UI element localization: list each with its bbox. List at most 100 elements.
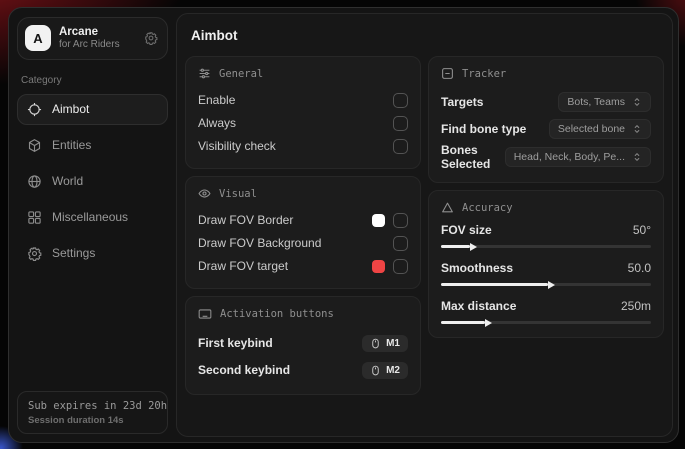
fov-target-color-swatch[interactable] bbox=[372, 260, 385, 273]
app-name: Arcane bbox=[59, 25, 120, 39]
card-accuracy-header: Accuracy bbox=[441, 201, 651, 214]
grid-icon bbox=[27, 210, 42, 225]
setting-row-find-bone-type: Find bone type Selected bone bbox=[441, 116, 651, 142]
app-window: A Arcane for Arc Riders Category Aimbot bbox=[8, 7, 679, 443]
setting-group-fov-size: FOV size 50° bbox=[441, 223, 651, 248]
setting-row-fov-background: Draw FOV Background bbox=[198, 232, 408, 254]
keybind-value: M1 bbox=[386, 338, 400, 349]
sidebar-item-label: Miscellaneous bbox=[52, 210, 128, 224]
card-tracker-header: Tracker bbox=[441, 67, 651, 80]
chevrons-up-down-icon bbox=[632, 124, 642, 134]
crosshair-icon bbox=[27, 102, 42, 117]
fov-size-value: 50° bbox=[633, 223, 651, 237]
card-title: General bbox=[219, 68, 263, 80]
page-title: Aimbot bbox=[191, 28, 665, 43]
settings-gear-icon[interactable] bbox=[144, 31, 158, 45]
card-activation-buttons: Activation buttons First keybind M1 bbox=[185, 296, 421, 395]
sidebar-item-label: Settings bbox=[52, 246, 95, 260]
find-bone-type-dropdown[interactable]: Selected bone bbox=[549, 119, 651, 139]
smoothness-value: 50.0 bbox=[628, 261, 651, 275]
sidebar-item-label: Entities bbox=[52, 138, 91, 152]
mouse-icon bbox=[370, 338, 381, 349]
fov-target-checkbox[interactable] bbox=[393, 259, 408, 274]
card-accuracy: Accuracy FOV size 50° Smoothness bbox=[428, 190, 664, 338]
scan-box-icon bbox=[441, 67, 454, 80]
app-subtitle: for Arc Riders bbox=[59, 39, 120, 52]
fov-size-slider[interactable] bbox=[441, 245, 651, 248]
targets-dropdown[interactable]: Bots, Teams bbox=[558, 92, 651, 112]
sidebar-item-settings[interactable]: Settings bbox=[17, 238, 168, 269]
sub-expiry-text: Sub expires in 23d 20h bbox=[28, 400, 157, 412]
main-panel: Aimbot General Enable bbox=[176, 13, 673, 437]
session-duration-text: Session duration 14s bbox=[28, 415, 157, 426]
sidebar: A Arcane for Arc Riders Category Aimbot bbox=[9, 8, 176, 442]
setting-group-max-distance: Max distance 250m bbox=[441, 299, 651, 324]
card-title: Tracker bbox=[462, 68, 506, 80]
keybind-value: M2 bbox=[386, 365, 400, 376]
sidebar-header: A Arcane for Arc Riders bbox=[17, 17, 168, 60]
slider-fill bbox=[441, 245, 470, 248]
card-activation-header: Activation buttons bbox=[198, 307, 408, 321]
setting-row-fov-target: Draw FOV target bbox=[198, 255, 408, 277]
enable-checkbox[interactable] bbox=[393, 93, 408, 108]
card-title: Accuracy bbox=[462, 202, 513, 214]
second-keybind-button[interactable]: M2 bbox=[362, 362, 408, 379]
sidebar-item-world[interactable]: World bbox=[17, 166, 168, 197]
card-general-header: General bbox=[198, 67, 408, 80]
dropdown-value: Head, Neck, Body, Pe... bbox=[514, 151, 625, 163]
dropdown-value: Bots, Teams bbox=[567, 96, 625, 108]
globe-icon bbox=[27, 174, 42, 189]
dropdown-value: Selected bone bbox=[558, 123, 625, 135]
fov-background-checkbox[interactable] bbox=[393, 236, 408, 251]
sliders-icon bbox=[198, 67, 211, 80]
setting-row-targets: Targets Bots, Teams bbox=[441, 89, 651, 115]
mouse-icon bbox=[370, 365, 381, 376]
chevrons-up-down-icon bbox=[632, 152, 642, 162]
desktop-background: { "app": { "logo_letter": "A", "name": "… bbox=[0, 0, 685, 449]
sidebar-item-label: Aimbot bbox=[52, 102, 89, 116]
max-distance-value: 250m bbox=[621, 299, 651, 313]
sidebar-item-entities[interactable]: Entities bbox=[17, 130, 168, 161]
chevrons-up-down-icon bbox=[632, 97, 642, 107]
app-logo: A bbox=[25, 25, 51, 51]
triangle-icon bbox=[441, 201, 454, 214]
category-label: Category bbox=[21, 75, 164, 86]
card-tracker: Tracker Targets Bots, Teams bbox=[428, 56, 664, 183]
fov-border-checkbox[interactable] bbox=[393, 213, 408, 228]
setting-row-fov-border: Draw FOV Border bbox=[198, 209, 408, 231]
sidebar-item-aimbot[interactable]: Aimbot bbox=[17, 94, 168, 125]
slider-fill bbox=[441, 283, 548, 286]
card-visual: Visual Draw FOV Border Draw FOV Backgrou… bbox=[185, 176, 421, 289]
gear-icon bbox=[27, 246, 42, 261]
setting-row-second-keybind: Second keybind M2 bbox=[198, 357, 408, 383]
sidebar-item-label: World bbox=[52, 174, 83, 188]
setting-row-bones-selected: Bones Selected Head, Neck, Body, Pe... bbox=[441, 143, 651, 171]
fov-border-color-swatch[interactable] bbox=[372, 214, 385, 227]
slider-fill bbox=[441, 321, 485, 324]
keyboard-icon bbox=[198, 307, 212, 321]
setting-group-smoothness: Smoothness 50.0 bbox=[441, 261, 651, 286]
cube-icon bbox=[27, 138, 42, 153]
always-checkbox[interactable] bbox=[393, 116, 408, 131]
card-general: General Enable Always Visibility check bbox=[185, 56, 421, 169]
setting-row-visibility-check: Visibility check bbox=[198, 135, 408, 157]
card-title: Activation buttons bbox=[220, 308, 334, 320]
max-distance-slider[interactable] bbox=[441, 321, 651, 324]
visibility-check-checkbox[interactable] bbox=[393, 139, 408, 154]
subscription-box: Sub expires in 23d 20h Session duration … bbox=[17, 391, 168, 434]
bones-selected-dropdown[interactable]: Head, Neck, Body, Pe... bbox=[505, 147, 651, 167]
sidebar-spacer bbox=[17, 274, 168, 391]
sidebar-item-miscellaneous[interactable]: Miscellaneous bbox=[17, 202, 168, 233]
cards-columns: General Enable Always Visibility check bbox=[184, 56, 665, 402]
first-keybind-button[interactable]: M1 bbox=[362, 335, 408, 352]
card-title: Visual bbox=[219, 188, 257, 200]
left-column: General Enable Always Visibility check bbox=[185, 56, 421, 402]
eye-icon bbox=[198, 187, 211, 200]
setting-row-first-keybind: First keybind M1 bbox=[198, 330, 408, 356]
right-column: Tracker Targets Bots, Teams bbox=[428, 56, 664, 345]
setting-row-always: Always bbox=[198, 112, 408, 134]
card-visual-header: Visual bbox=[198, 187, 408, 200]
smoothness-slider[interactable] bbox=[441, 283, 651, 286]
app-title-block: Arcane for Arc Riders bbox=[59, 25, 120, 52]
setting-row-enable: Enable bbox=[198, 89, 408, 111]
